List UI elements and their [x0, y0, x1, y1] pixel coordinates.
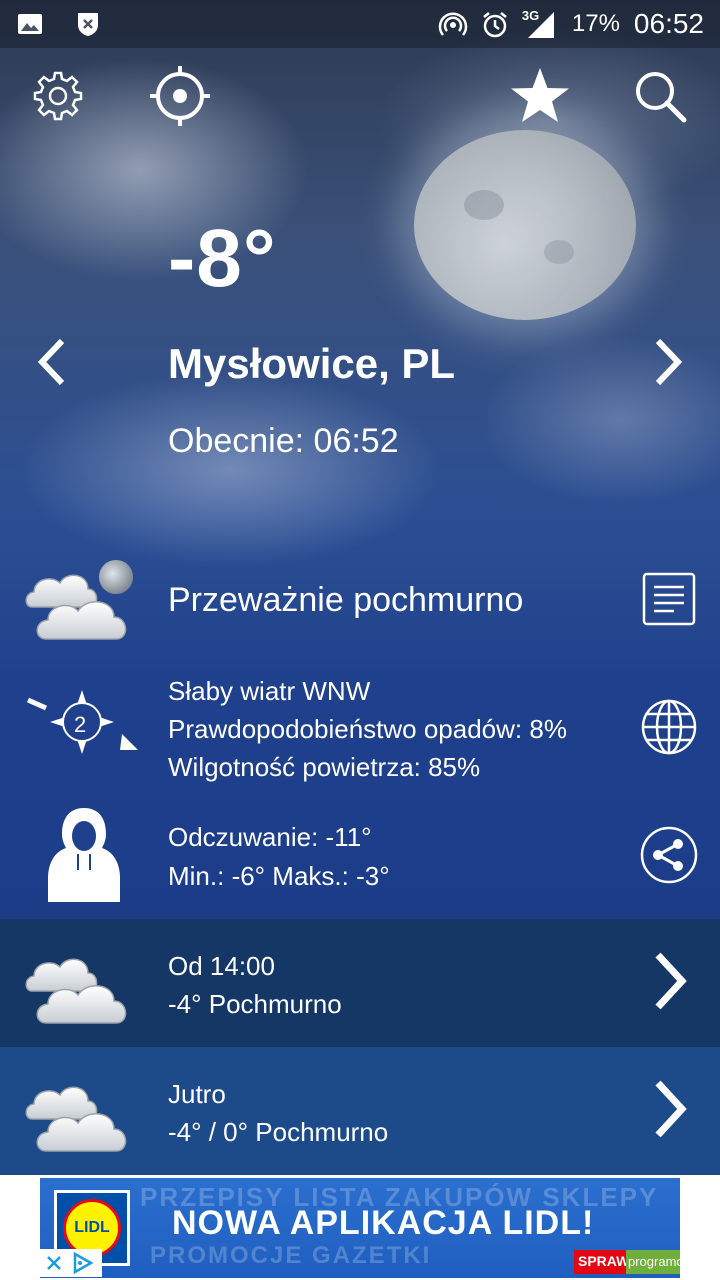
lidl-logo-text: LIDL: [74, 1219, 110, 1236]
status-time: 06:52: [633, 8, 704, 39]
ad-cta-tag: SPRAWDŹ: [574, 1250, 634, 1274]
cloudy-night-icon: [22, 555, 146, 645]
forecast-title: Od 14:00: [168, 951, 275, 981]
hotspot-icon: [438, 10, 468, 38]
toolbar: [0, 64, 720, 134]
wind-strength-badge: 2: [74, 712, 87, 737]
moon-image: [414, 130, 636, 320]
forecast-row[interactable]: Jutro -4° / 0° Pochmurno: [0, 1047, 720, 1175]
chevron-left-icon: [37, 338, 65, 386]
settings-icon[interactable]: [26, 64, 90, 128]
chevron-right-icon: [655, 952, 687, 1010]
min-max-text: Min.: -6° Maks.: -3°: [168, 861, 390, 891]
ad-headline: NOWA APLIKACJA LIDL!: [172, 1204, 595, 1242]
search-icon[interactable]: [628, 64, 692, 128]
location-name: Mysłowice, PL: [168, 340, 456, 387]
watermark-badge: programosy.pl: [626, 1250, 680, 1274]
forecast-title: Jutro: [168, 1079, 226, 1109]
document-icon: [642, 572, 696, 626]
favorite-star-icon[interactable]: [508, 64, 572, 128]
adchoices-icon[interactable]: [70, 1252, 94, 1274]
forecast-summary: -4° Pochmurno: [168, 989, 342, 1019]
ad-background-words-bottom: PROMOCJE GAZETKI: [150, 1242, 432, 1269]
current-time-label: Obecnie: 06:52: [168, 422, 399, 460]
wind-text: Słaby wiatr WNW: [168, 676, 371, 706]
humidity-text: Wilgotność powietrza: 85%: [168, 752, 481, 782]
forecast-row[interactable]: Od 14:00 -4° Pochmurno: [0, 919, 720, 1047]
hooded-person-icon: [44, 806, 124, 906]
locate-icon[interactable]: [148, 64, 212, 128]
precipitation-text: Prawdopodobieństwo opadów: 8%: [168, 714, 567, 744]
share-icon: [640, 826, 698, 884]
cloudy-icon: [22, 1067, 146, 1157]
close-icon[interactable]: [44, 1253, 64, 1273]
status-bar: 3G 17% 06:52: [0, 0, 720, 48]
signal-3g-icon: 3G: [521, 8, 558, 38]
shield-x-icon: [74, 10, 102, 38]
condition-text: Przeważnie pochmurno: [168, 581, 524, 619]
ad-banner[interactable]: PRZEPISY LISTA ZAKUPÓW SKLEPY PROMOCJE G…: [40, 1178, 680, 1278]
network-type-label: 3G: [521, 8, 540, 23]
feels-like-text: Odczuwanie: -11°: [168, 822, 372, 852]
chevron-right-icon: [655, 1080, 687, 1138]
ad-choices[interactable]: [40, 1249, 102, 1277]
share-button[interactable]: [640, 826, 698, 884]
alarm-icon: [480, 10, 508, 38]
wind-direction-icon: 2: [24, 688, 142, 772]
image-icon: [16, 10, 44, 38]
details-button[interactable]: [642, 572, 696, 626]
chevron-right-icon: [655, 338, 683, 386]
condition-row: Przeważnie pochmurno: [0, 555, 720, 655]
previous-location-button[interactable]: [26, 334, 76, 390]
cloudy-icon: [22, 939, 146, 1029]
globe-icon: [641, 699, 697, 755]
current-temperature: -8°: [168, 213, 277, 304]
forecast-summary: -4° / 0° Pochmurno: [168, 1117, 389, 1147]
battery-percent: 17%: [571, 10, 620, 37]
next-location-button[interactable]: [644, 334, 694, 390]
map-button[interactable]: [640, 698, 698, 756]
